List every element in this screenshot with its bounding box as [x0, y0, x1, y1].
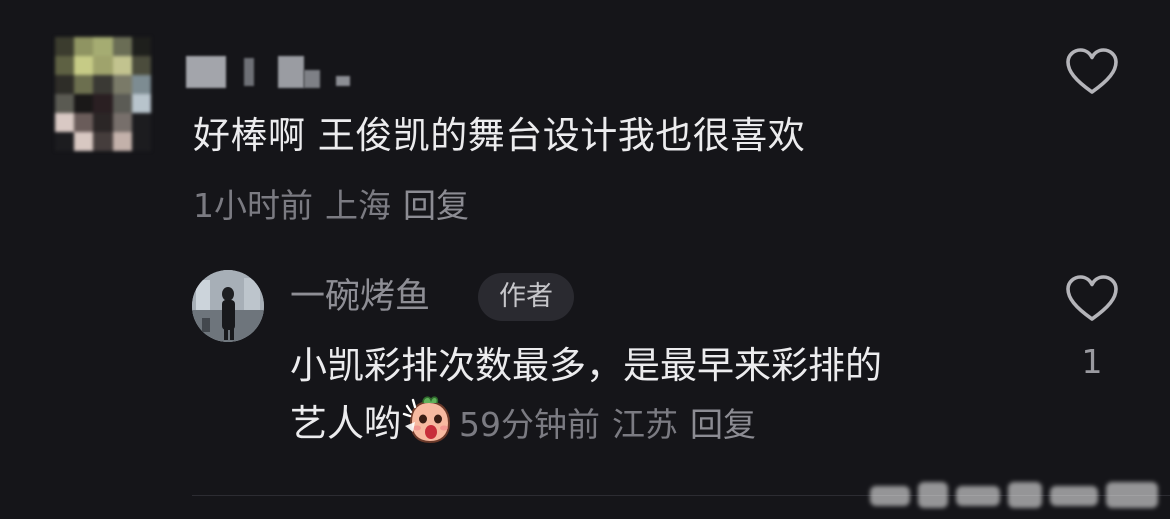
watermark-blurred — [870, 478, 1162, 512]
reply-time: 59分钟前 — [459, 405, 600, 444]
commenter-username-blurred[interactable] — [186, 56, 366, 90]
reply-meta: 59分钟前 江苏 回复 — [459, 405, 768, 444]
comment-text: 好棒啊 王俊凯的舞台设计我也很喜欢 — [193, 114, 806, 157]
heart-outline-icon[interactable] — [1065, 274, 1119, 324]
reply-text-line-2-row: 艺人哟 59分钟前 江苏 回复 — [290, 392, 1010, 451]
comment-location: 上海 — [325, 186, 391, 225]
reply-location: 江苏 — [612, 405, 678, 444]
reply-username[interactable]: 一碗烤鱼 — [290, 274, 430, 320]
shocked-face-emoji-icon — [401, 392, 455, 446]
heart-outline-icon[interactable] — [1065, 47, 1119, 97]
reply-body: 小凯彩排次数最多，是最早来彩排的 艺人哟 59分钟前 江苏 回复 — [290, 340, 1010, 451]
author-badge: 作者 — [478, 273, 574, 321]
commenter-avatar-blurred[interactable] — [55, 37, 151, 151]
reply-like-count: 1 — [1081, 342, 1103, 381]
reply-text-line-2: 艺人哟 — [290, 402, 401, 445]
reply-reply-button[interactable]: 回复 — [690, 405, 756, 444]
reply-text-line-1: 小凯彩排次数最多，是最早来彩排的 — [290, 344, 882, 387]
comment-meta: 1小时前 上海 回复 — [193, 184, 481, 228]
comment-reply-button[interactable]: 回复 — [403, 186, 469, 225]
comment-time: 1小时前 — [193, 186, 313, 225]
reply-avatar[interactable] — [192, 270, 264, 342]
